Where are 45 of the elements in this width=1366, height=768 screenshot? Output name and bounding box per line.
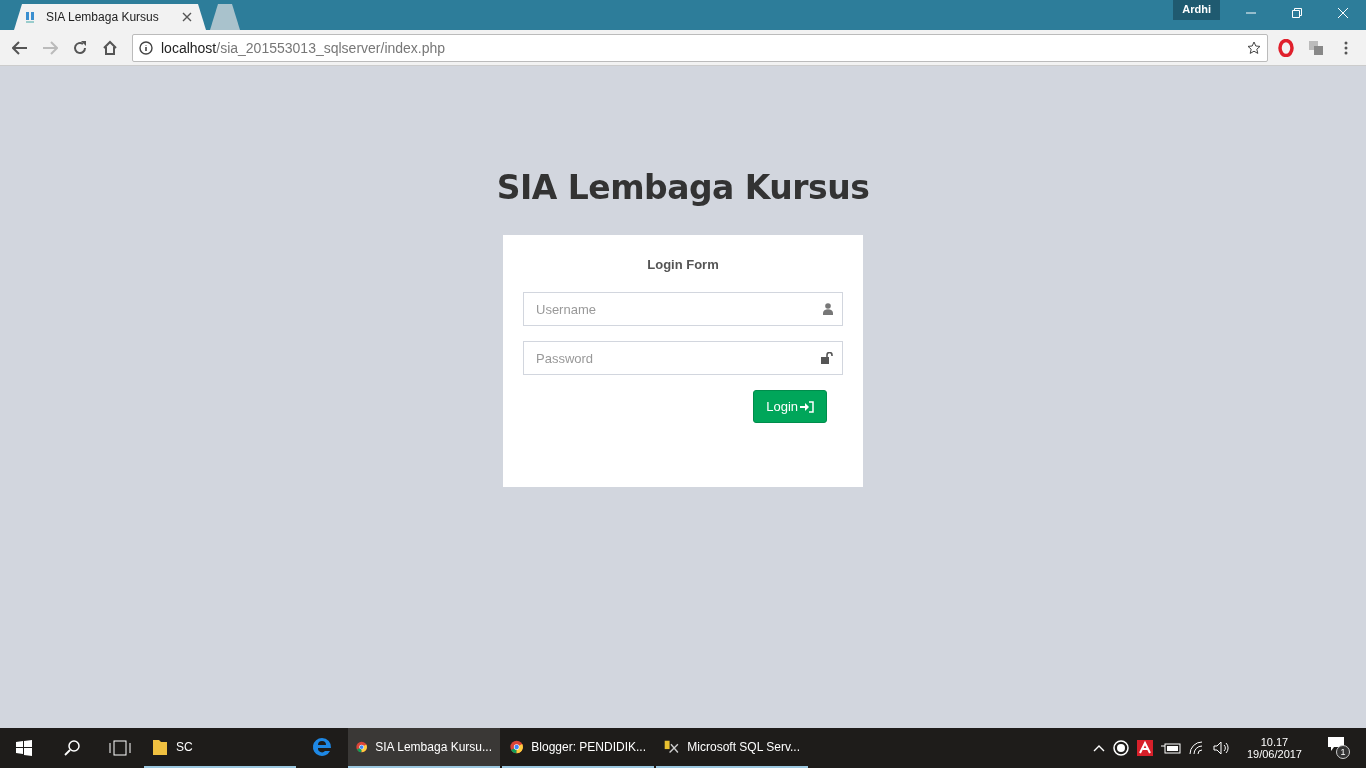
taskbar-app[interactable]: Microsoft SQL Serv... [656, 728, 808, 768]
taskbar-app[interactable]: Blogger: PENDIDIK... [502, 728, 654, 768]
profile-name[interactable]: Ardhi [1173, 0, 1220, 20]
message-icon [1328, 737, 1344, 751]
restore-icon [1292, 8, 1302, 18]
browser-e-icon [311, 736, 333, 758]
unlocked-padlock-icon [821, 352, 833, 364]
page-title: SIA Lembaga Kursus [496, 168, 870, 207]
tab-title: SIA Lembaga Kursus [46, 10, 160, 24]
wifi-icon [1188, 741, 1205, 755]
url-text: localhost/sia_201553013_sqlserver/index.php [161, 39, 447, 56]
ring-o-icon [1278, 38, 1294, 57]
folder-icon [152, 738, 168, 756]
search-icon [64, 740, 80, 756]
star-icon [1247, 40, 1261, 55]
sign-in-icon [800, 400, 814, 413]
site-favicon-icon [26, 11, 36, 23]
form-title: Login Form [646, 257, 720, 272]
user-icon [823, 303, 833, 315]
clock-date[interactable]: 19/06/2017 [1246, 748, 1302, 760]
close-icon [182, 12, 192, 22]
browser-tab[interactable]: SIA Lembaga Kursus [14, 4, 206, 30]
taskbar-app[interactable]: SIA Lembaga Kursu... [348, 728, 500, 768]
battery-icon [1160, 742, 1181, 754]
input-field[interactable]: Username [523, 292, 843, 326]
record-icon [1112, 740, 1129, 756]
input-field[interactable]: Password [523, 341, 843, 375]
chrome-icon [510, 738, 524, 756]
close-icon [1338, 8, 1348, 18]
task-view-icon [109, 740, 131, 756]
back-arrow-icon [12, 40, 28, 55]
menu-icon [1344, 40, 1348, 55]
chevron-up-icon [1092, 744, 1105, 752]
clock-time[interactable]: 10.17 [1260, 736, 1289, 748]
windows-logo-icon [16, 740, 32, 756]
info-icon [139, 40, 153, 55]
browser-tab[interactable] [210, 4, 240, 30]
home-icon [102, 39, 118, 56]
speaker-icon [1212, 741, 1229, 755]
reload-icon [72, 39, 88, 56]
address-bar[interactable]: localhost/sia_201553013_sqlserver/index.php [132, 33, 1268, 62]
notification-button[interactable]: 1 [1328, 737, 1350, 759]
taskbar-app[interactable]: SC [144, 728, 296, 768]
windows-overlap-icon [1308, 39, 1324, 56]
forward-arrow-icon [42, 40, 58, 55]
